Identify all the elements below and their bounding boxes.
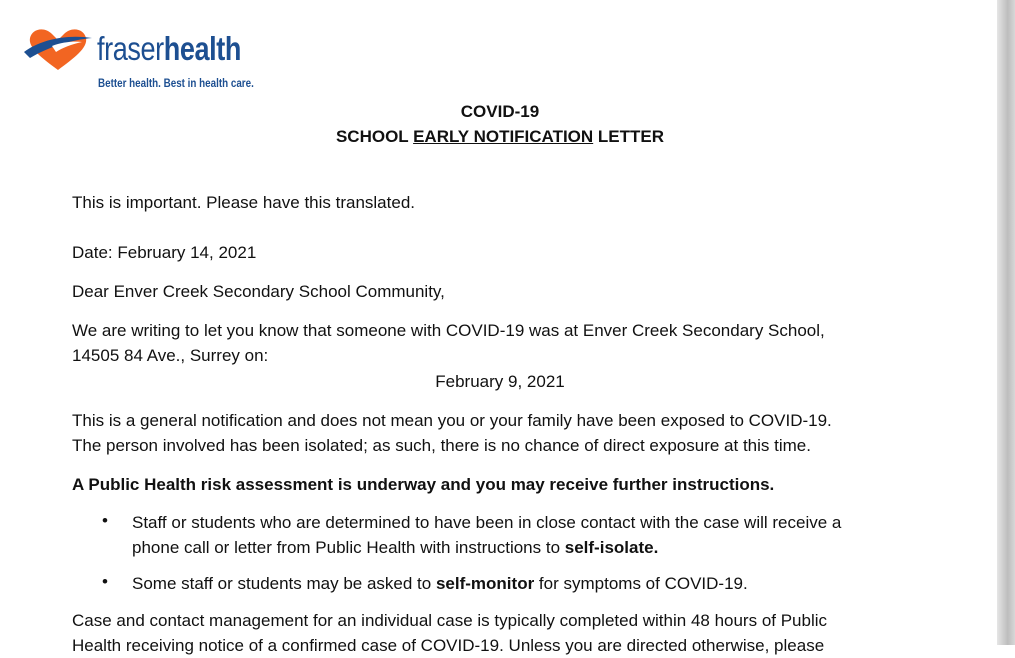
salutation: Dear Enver Creek Secondary School Commun… [72,282,445,301]
fraserhealth-logo: fraserhealth Better health. Best in heal… [22,24,282,94]
logo-wordmark: fraserhealth [97,30,241,67]
logo-tagline: Better health. Best in health care. [98,76,254,90]
fraserhealth-heart-icon [24,29,92,70]
case-management-line-1: Case and contact management for an indiv… [72,611,828,630]
bullet-self-monitor: Some staff or students may be asked to s… [132,574,748,593]
general-notice-line-2: The person involved has been isolated; a… [72,436,811,455]
exposure-date: February 9, 2021 [435,372,565,391]
bullet-close-contact-line-2: phone call or letter from Public Health … [132,538,659,557]
underlined-heading: EARLY NOTIFICATION [413,127,594,146]
page-edge-shadow [997,0,1015,645]
general-notice-line-1: This is a general notification and does … [72,411,832,430]
translate-notice: This is important. Please have this tran… [72,193,415,212]
case-management-line-2: Health receiving notice of a confirmed c… [72,636,825,655]
letter-date: Date: February 14, 2021 [72,243,257,262]
letter-title: COVID-19 [460,102,540,121]
risk-assessment-heading: A Public Health risk assessment is under… [72,475,775,494]
bullet-icon: • [102,511,108,530]
exposure-paragraph-line-2: 14505 84 Ave., Surrey on: [72,346,269,365]
bullet-icon: • [102,572,108,591]
letter-subtitle: SCHOOL EARLY NOTIFICATION LETTER [335,127,665,146]
exposure-paragraph-line-1: We are writing to let you know that some… [72,321,825,340]
bullet-close-contact-line-1: Staff or students who are determined to … [132,513,842,532]
